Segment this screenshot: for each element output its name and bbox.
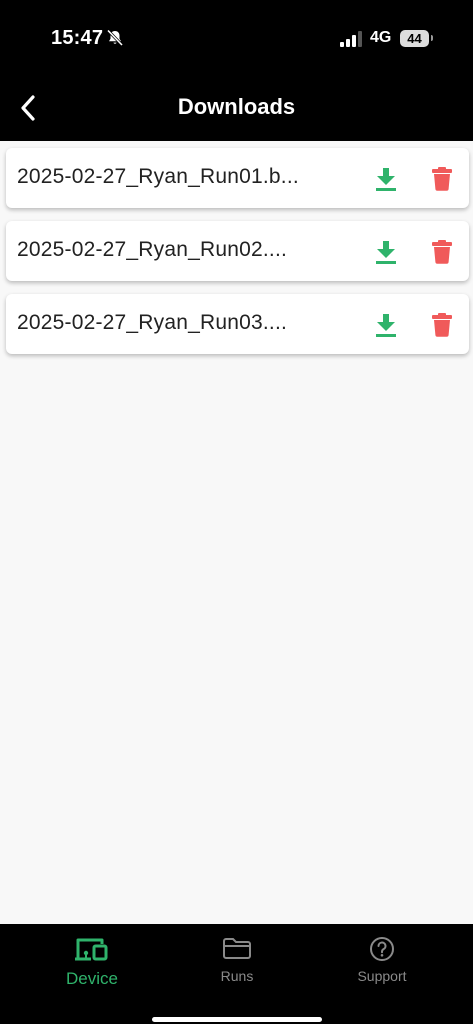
bottom-tab-bar: Device Runs Support — [0, 924, 473, 1024]
tab-support[interactable]: Support — [322, 924, 442, 994]
tab-runs[interactable]: Runs — [177, 924, 297, 994]
devices-icon — [75, 938, 108, 961]
bell-muted-icon — [106, 29, 124, 47]
tab-device-label: Device — [66, 969, 118, 988]
file-name[interactable]: 2025-02-27_Ryan_Run01.b... — [17, 165, 352, 189]
home-indicator[interactable] — [152, 1017, 322, 1022]
network-label: 4G — [370, 29, 392, 46]
battery-tip — [431, 35, 433, 41]
help-circle-icon — [370, 937, 394, 961]
file-list: 2025-02-27_Ryan_Run01.b... 2025-02-27_Ry… — [6, 148, 469, 367]
download-icon[interactable] — [374, 312, 398, 338]
file-item[interactable]: 2025-02-27_Ryan_Run02.... — [6, 221, 469, 281]
file-item[interactable]: 2025-02-27_Ryan_Run03.... — [6, 294, 469, 354]
page-title: Downloads — [177, 94, 296, 119]
top-bar: 15:47 4G 44 Downloads — [0, 0, 473, 141]
status-time: 15:47 — [51, 27, 104, 49]
trash-icon[interactable] — [431, 312, 453, 337]
signal-icon — [340, 31, 362, 47]
folder-icon — [223, 938, 251, 959]
tab-runs-label: Runs — [220, 968, 254, 984]
download-icon[interactable] — [374, 166, 398, 192]
file-name[interactable]: 2025-02-27_Ryan_Run03.... — [17, 311, 352, 335]
tab-support-label: Support — [357, 968, 407, 984]
trash-icon[interactable] — [431, 239, 453, 264]
download-icon[interactable] — [374, 239, 398, 265]
trash-icon[interactable] — [431, 166, 453, 191]
tab-device[interactable]: Device — [32, 924, 152, 994]
downloads-screen: 15:47 4G 44 Downloads 2025-02-27_Ryan_Ru… — [0, 0, 473, 1024]
file-item[interactable]: 2025-02-27_Ryan_Run01.b... — [6, 148, 469, 208]
file-name[interactable]: 2025-02-27_Ryan_Run02.... — [17, 238, 352, 262]
battery-indicator: 44 — [400, 30, 429, 47]
